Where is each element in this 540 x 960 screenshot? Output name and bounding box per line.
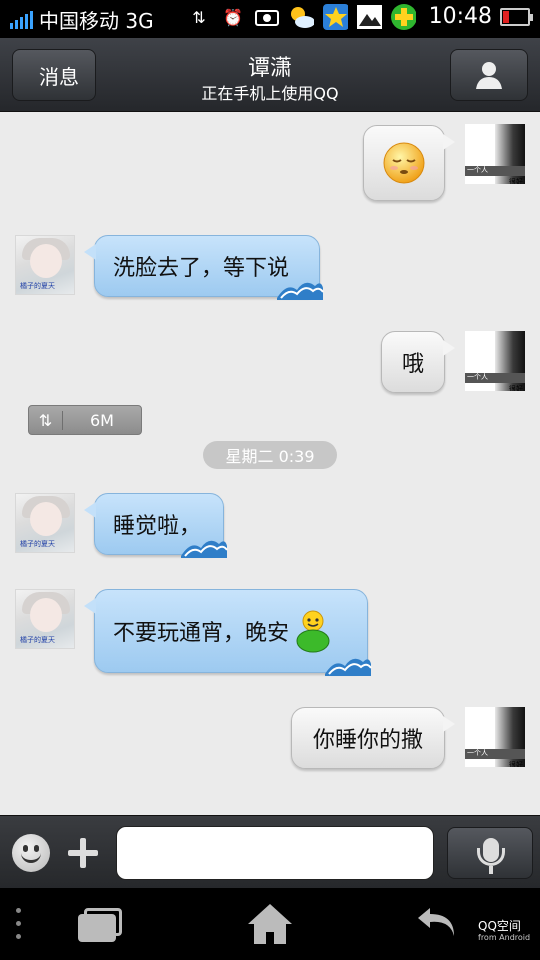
message-bubble-in[interactable]: 洗脸去了，等下说 [84,235,324,300]
menu-dots-icon[interactable] [16,908,22,942]
qzone-star-icon [322,4,348,30]
contact-avatar[interactable]: 橘子的夏天 [15,589,75,649]
message-bubble-out[interactable]: 哦 [381,331,455,393]
profile-button[interactable] [450,49,528,101]
qqzone-sub: from Android [478,933,531,942]
home-icon[interactable] [246,902,294,946]
battery-icon [500,7,533,26]
voice-button[interactable] [447,827,533,879]
message-bubble-out[interactable]: 你睡你的撒 [291,707,455,769]
time-divider: 星期二 0:39 [203,441,337,469]
transfer-arrows-icon: ⇅ [29,410,63,430]
wave-decoration-icon [181,540,228,558]
message-bubble-out[interactable] [363,125,455,201]
status-bar: 中国移动 3G ⇅ ⏰ 10:48 [0,0,540,38]
clock: 10:48 [428,4,492,29]
message-bubble-in[interactable]: 不要玩通宵，晚安 [84,589,372,676]
weather-icon [288,4,314,30]
chat-header: 消息 谭潇 正在手机上使用QQ [0,38,540,112]
gallery-icon [356,4,382,30]
my-avatar[interactable]: 一个人 很好 [465,707,525,767]
message-text: 洗脸去了，等下说 [113,256,290,281]
security-plus-icon [390,4,416,30]
file-transfer-chip[interactable]: ⇅ 6M [28,405,142,435]
wave-decoration-icon [277,282,324,300]
recent-apps-icon[interactable] [78,908,122,942]
alarm-icon: ⏰ [223,7,243,27]
message-bubble-in[interactable]: 睡觉啦， [84,493,228,558]
sleepy-face-emoji-icon [383,142,425,184]
signal-icon [10,9,33,29]
contact-avatar[interactable]: 橘子的夏天 [15,235,75,295]
qqzone-label: QQ空间 [478,919,521,933]
contact-avatar[interactable]: 橘子的夏天 [15,493,75,553]
chat-area[interactable]: 一个人 很好 橘子的夏天 洗脸去了，等下说 哦 一个人 很好 ⇅ 6M 星期二 0:… [0,112,540,815]
qqzone-badge: QQ空间 from Android [478,920,530,944]
back-arrow-icon[interactable] [414,904,464,944]
green-doll-emoji-icon [296,610,330,653]
system-nav-bar: QQ空间 from Android [0,888,540,960]
carrier-label: 中国移动 3G [39,8,154,33]
plus-button[interactable] [64,834,102,872]
my-avatar[interactable]: 一个人 很好 [465,331,525,391]
my-avatar[interactable]: 一个人 很好 [465,124,525,184]
message-text: 哦 [401,352,424,377]
emoji-button[interactable] [12,834,50,872]
file-size: 6M [90,410,114,430]
message-text: 不要玩通宵，晚安 [113,621,290,646]
input-bar [0,815,540,888]
screenshot-icon [254,4,280,30]
message-input[interactable] [116,826,434,880]
message-text: 你睡你的撒 [312,728,423,753]
data-arrows-icon: ⇅ [192,7,206,27]
person-icon [476,62,502,89]
wave-decoration-icon [325,658,372,676]
